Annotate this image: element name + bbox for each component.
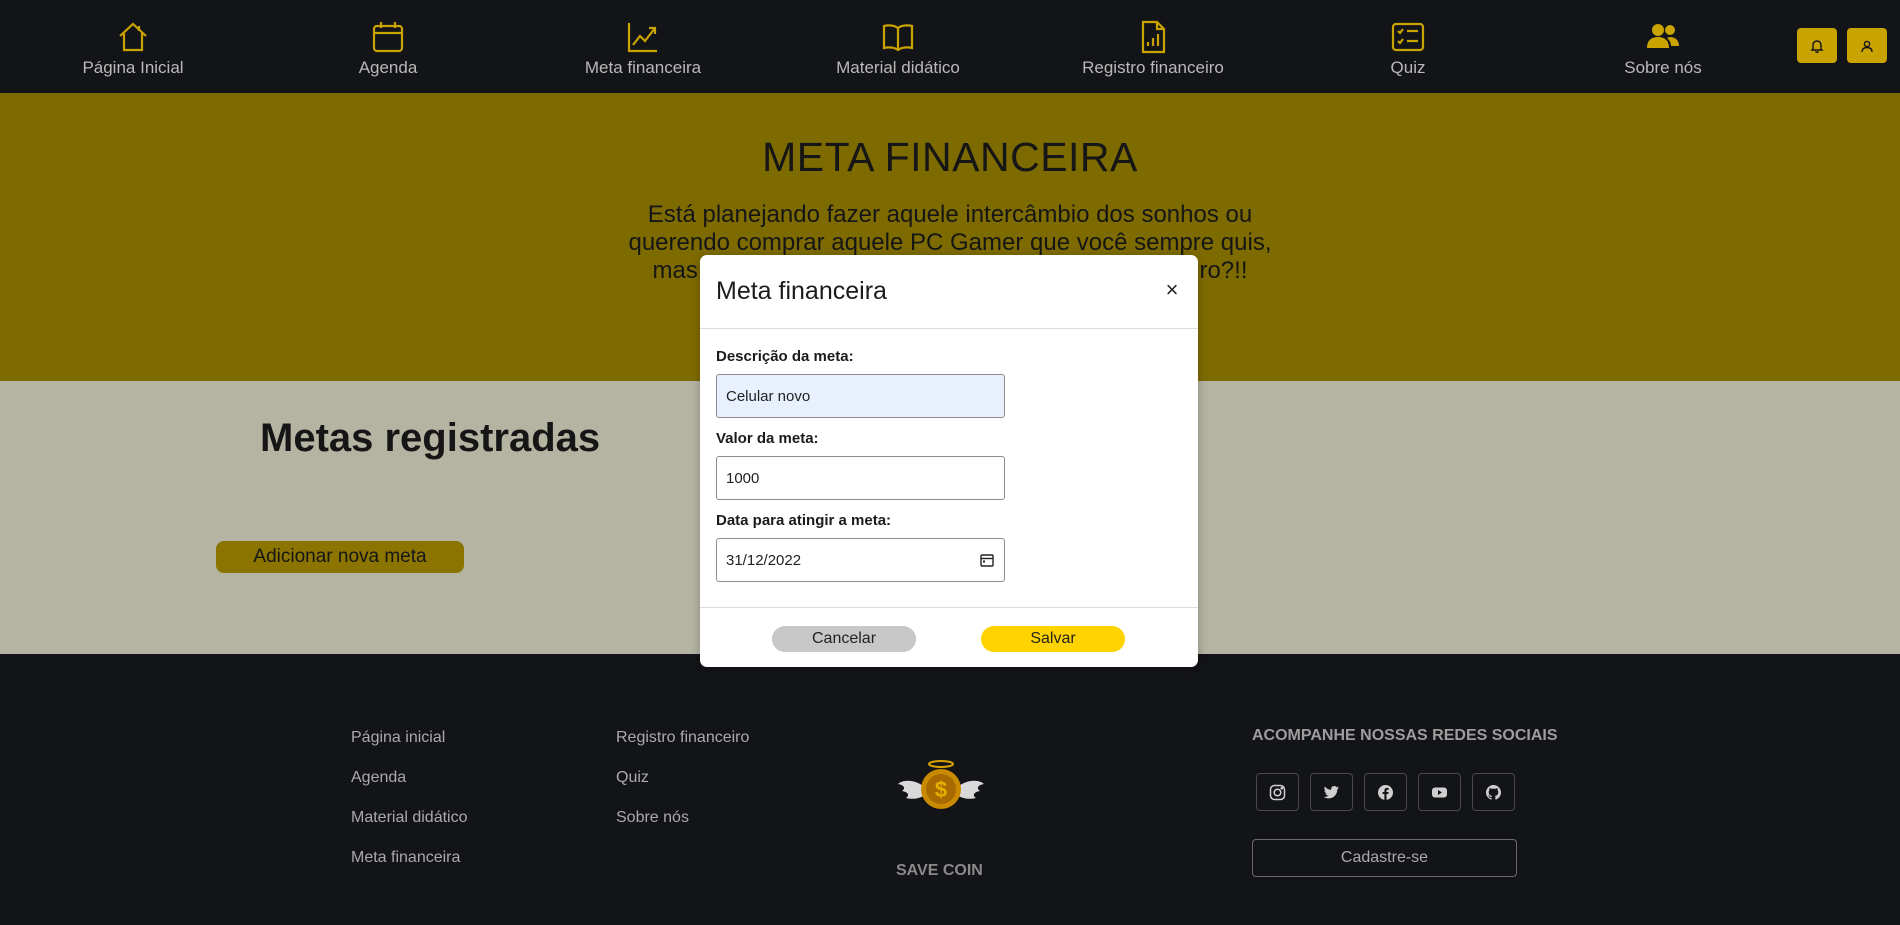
- date-label: Data para atingir a meta:: [716, 512, 892, 529]
- value-input-value: 1000: [726, 469, 760, 487]
- value-input[interactable]: 1000: [716, 456, 1005, 500]
- description-label: Descrição da meta:: [716, 348, 854, 365]
- date-input-value: 31/12/2022: [726, 551, 802, 569]
- calendar-picker-icon[interactable]: [980, 553, 994, 567]
- goal-modal: Meta financeira × Descrição da meta: Cel…: [700, 255, 1198, 667]
- save-button[interactable]: Salvar: [981, 626, 1125, 652]
- cancel-button[interactable]: Cancelar: [772, 626, 916, 652]
- modal-title: Meta financeira: [716, 277, 887, 305]
- modal-header: Meta financeira ×: [700, 255, 1198, 329]
- value-label: Valor da meta:: [716, 430, 819, 447]
- close-icon[interactable]: ×: [1161, 279, 1183, 301]
- date-input[interactable]: 31/12/2022: [716, 538, 1005, 582]
- modal-footer: Cancelar Salvar: [700, 607, 1198, 667]
- description-input-value: Celular novo: [726, 387, 811, 405]
- description-input[interactable]: Celular novo: [716, 374, 1005, 418]
